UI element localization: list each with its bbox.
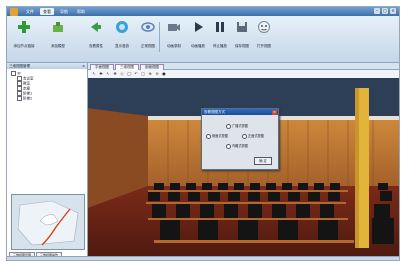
undo-icon[interactable]: ↶	[134, 72, 138, 76]
eye-icon	[141, 20, 155, 34]
globe-icon	[115, 20, 129, 34]
pan-icon[interactable]: ✥	[113, 72, 117, 76]
play-animation-button[interactable]: 动画播放	[187, 20, 209, 49]
toolbar-label: 保存视图	[235, 44, 249, 48]
toolbar-label: 动画录制	[167, 44, 181, 48]
menu-file[interactable]: 文件	[23, 8, 37, 15]
radio-icon[interactable]	[226, 123, 231, 129]
toolbar-label: 打开视图	[257, 44, 271, 48]
open-view-button[interactable]: 打开视图	[253, 20, 275, 49]
rotate-icon[interactable]: ◇	[120, 72, 124, 76]
save-view-button[interactable]: 保存视图	[231, 20, 253, 49]
tree-node-label: 走廊	[23, 86, 30, 91]
option-broadcast-view[interactable]: 广播式视图	[226, 123, 248, 129]
toolbar-label: 动画播放	[191, 44, 205, 48]
radio-icon[interactable]	[242, 133, 247, 139]
arrow-icon	[89, 20, 103, 34]
toolbar-label: 显示漫游	[115, 44, 129, 48]
zoom-in-icon[interactable]: ⊕	[148, 72, 152, 76]
camera-icon	[167, 20, 181, 34]
tree-node-label: 3F	[17, 71, 22, 76]
option-side-view[interactable]: 侧面式视图	[206, 133, 228, 139]
crosshair-icon[interactable]: ✚	[99, 72, 103, 76]
orbit-icon[interactable]: ◯	[127, 72, 131, 76]
checkbox-icon[interactable]	[17, 96, 22, 101]
option-label: 侧面式视图	[212, 134, 228, 138]
settings-icon[interactable]: ●	[162, 72, 166, 76]
add-node-button[interactable]: 添加节点链接	[13, 20, 35, 49]
tree-node[interactable]: 阶梯2	[11, 96, 83, 101]
left-panel: 三维视图管理 × 3F 会议室 教室 走廊 阶梯1 阶梯2 三维视图管理 三维视…	[7, 63, 88, 258]
option-label: 鸟瞰式视图	[232, 144, 248, 148]
tree-node-label: 阶梯2	[23, 96, 33, 101]
toolbar-label: 添加节点链接	[13, 44, 35, 48]
left-panel-header: 三维视图管理 ×	[7, 63, 87, 69]
scene-tree: 3F 会议室 教室 走廊 阶梯1 阶梯2	[7, 69, 87, 103]
menu-help[interactable]: 帮助	[74, 8, 88, 15]
menu-navigate[interactable]: 导航	[57, 8, 71, 15]
view-mode-dialog: 查看视图方式 × 广播式视图 侧面式视图 正面式视图 鸟瞰式视图 确 定	[201, 108, 279, 170]
menu-list: 文件 查看 导航 帮助	[23, 8, 88, 15]
toolbar-ribbon: 添加节点链接 添加模型 查看属性 显示漫游 正常视图 动画录制 动画播放 停止播…	[7, 16, 399, 63]
menu-view[interactable]: 查看	[40, 8, 54, 15]
dialog-close-button[interactable]: ×	[272, 109, 277, 115]
record-animation-button[interactable]: 动画录制	[163, 20, 185, 49]
open-icon	[257, 20, 271, 34]
show-roam-button[interactable]: 显示漫游	[111, 20, 133, 49]
normal-view-button[interactable]: 正常视图	[137, 20, 159, 49]
option-front-view[interactable]: 正面式视图	[242, 133, 264, 139]
save-icon	[235, 20, 249, 34]
dialog-title: 查看视图方式	[204, 110, 225, 114]
tree-node-label: 会议室	[23, 76, 34, 81]
maximize-button[interactable]: ▢	[382, 8, 388, 14]
play-icon	[191, 20, 205, 34]
dialog-titlebar: 查看视图方式 ×	[202, 109, 278, 115]
toolbar-label: 添加模型	[51, 44, 65, 48]
navigation-minimap[interactable]	[11, 194, 85, 250]
left-panel-title: 三维视图管理	[9, 64, 30, 68]
pause-icon	[213, 20, 227, 34]
app-logo-icon[interactable]	[10, 8, 18, 16]
minimize-button[interactable]: –	[374, 8, 380, 14]
toolbar-label: 停止播放	[213, 44, 227, 48]
model-icon	[51, 20, 65, 34]
tree-node-label: 阶梯1	[23, 91, 33, 96]
option-label: 正面式视图	[248, 134, 264, 138]
radio-icon[interactable]	[206, 133, 211, 139]
view-properties-button[interactable]: 查看属性	[85, 20, 107, 49]
fit-icon[interactable]: ▢	[141, 72, 145, 76]
dialog-ok-button[interactable]: 确 定	[254, 157, 272, 165]
zoom-out-icon[interactable]: ⊖	[155, 72, 159, 76]
toolbar-label: 正常视图	[141, 44, 155, 48]
view-tabs: 平面视图 三维视图 剖面视图	[88, 63, 399, 71]
stop-animation-button[interactable]: 停止播放	[209, 20, 231, 49]
pointer-icon[interactable]: ↖	[106, 72, 110, 76]
toolbar-label: 查看属性	[89, 44, 103, 48]
option-aerial-view[interactable]: 鸟瞰式视图	[226, 143, 248, 149]
toolbar-separator	[159, 22, 160, 52]
status-bar	[7, 256, 399, 260]
option-label: 广播式视图	[232, 124, 248, 128]
add-icon	[17, 20, 31, 34]
expand-icon[interactable]	[11, 71, 16, 76]
menu-bar: 文件 查看 导航 帮助 – ▢ ×	[7, 7, 399, 16]
select-icon[interactable]: ↖	[92, 72, 96, 76]
close-icon[interactable]: ×	[82, 63, 85, 69]
add-model-button[interactable]: 添加模型	[47, 20, 69, 49]
window-controls: – ▢ ×	[374, 8, 396, 14]
view-toolbar: ↖ ✚ ↖ ✥ ◇ ◯ ↶ ▢ ⊕ ⊖ ●	[88, 70, 399, 78]
close-window-button[interactable]: ×	[390, 8, 396, 14]
tree-node-label: 教室	[23, 81, 30, 86]
radio-icon[interactable]	[226, 143, 231, 149]
